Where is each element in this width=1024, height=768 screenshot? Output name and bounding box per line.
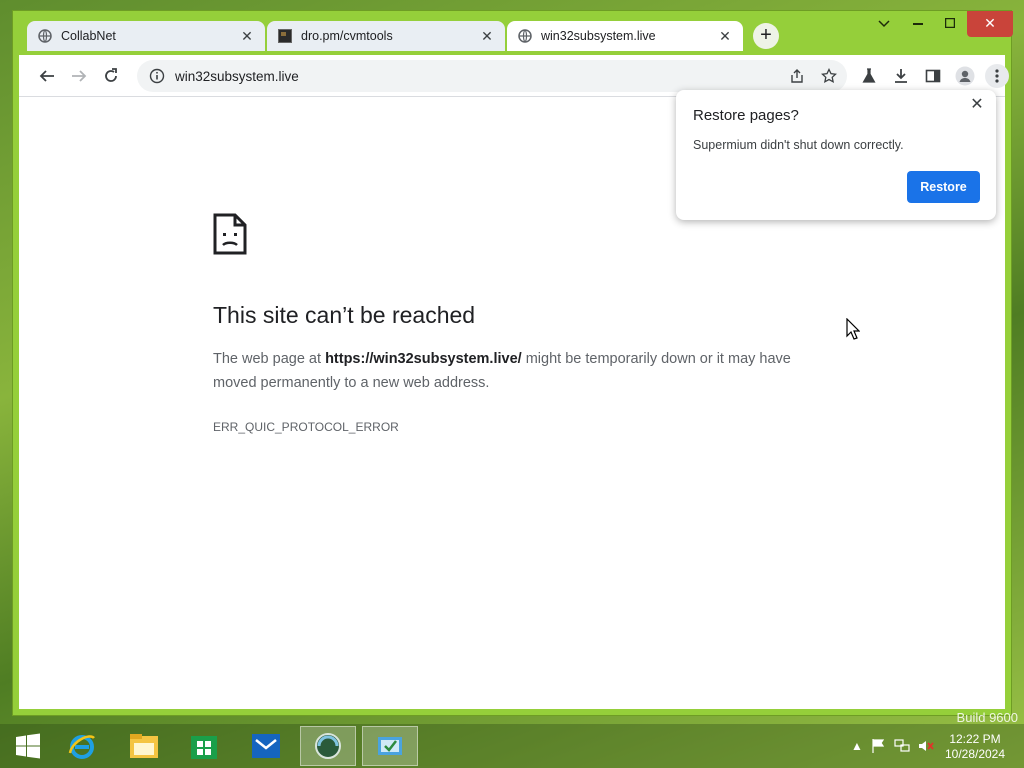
menu-kebab-icon[interactable] (985, 64, 1009, 88)
taskbar: ▲ 12:22 PM 10/28/2024 (0, 724, 1024, 768)
bubble-title: Restore pages? (693, 107, 799, 124)
volume-muted-icon[interactable] (914, 739, 938, 753)
error-url: https://win32subsystem.live/ (325, 351, 522, 367)
side-panel-icon[interactable] (921, 64, 945, 88)
tab-strip: CollabNet ✕ dro.pm/cvmtools ✕ win32subsy… (13, 11, 1013, 55)
mail-icon[interactable] (238, 726, 294, 766)
tab-search-chevron-icon[interactable] (869, 11, 899, 37)
site-thumbnail-icon (277, 28, 293, 44)
address-bar[interactable]: win32subsystem.live (137, 60, 847, 92)
flag-icon[interactable] (866, 739, 890, 753)
profile-avatar-icon[interactable] (953, 64, 977, 88)
clock-date: 10/28/2024 (944, 747, 1006, 761)
tab-close-icon[interactable]: ✕ (479, 28, 495, 44)
tab-close-icon[interactable]: ✕ (717, 28, 733, 44)
error-title: This site can’t be reached (213, 302, 476, 328)
share-icon[interactable] (785, 64, 809, 88)
bubble-message: Supermium didn't shut down correctly. (693, 138, 904, 152)
tray-expand-icon[interactable]: ▲ (848, 739, 866, 753)
labs-flask-icon[interactable] (857, 64, 881, 88)
network-icon[interactable] (890, 739, 914, 753)
start-icon[interactable] (0, 726, 56, 766)
system-tray: ▲ (848, 724, 938, 768)
address-bar-url: win32subsystem.live (175, 68, 299, 84)
globe-icon (37, 28, 53, 44)
browser-globe-icon[interactable] (300, 726, 356, 766)
task-app-icon[interactable] (362, 726, 418, 766)
tab-win32subsystem[interactable]: win32subsystem.live ✕ (507, 21, 743, 51)
broken-page-icon (213, 213, 247, 260)
forward-arrow-icon[interactable] (67, 64, 91, 88)
error-code: ERR_QUIC_PROTOCOL_ERROR (213, 420, 399, 434)
back-arrow-icon[interactable] (35, 64, 59, 88)
build-watermark: Build 9600 (956, 710, 1018, 725)
restore-button[interactable]: Restore (907, 171, 980, 203)
clock-time: 12:22 PM (949, 732, 1001, 746)
tab-collabnet[interactable]: CollabNet ✕ (27, 21, 265, 51)
file-explorer-icon[interactable] (116, 726, 172, 766)
download-icon[interactable] (889, 64, 913, 88)
error-description-prefix: The web page at (213, 351, 326, 367)
close-window-icon[interactable]: ✕ (967, 11, 1013, 37)
reload-icon[interactable] (99, 64, 123, 88)
error-description: The web page at https://win32subsystem.l… (213, 347, 803, 395)
store-icon[interactable] (176, 726, 232, 766)
internet-explorer-icon[interactable] (54, 726, 110, 766)
bubble-close-icon[interactable]: ✕ (968, 96, 986, 114)
restore-pages-bubble: Restore pages? Supermium didn't shut dow… (676, 90, 996, 220)
minimize-icon[interactable] (903, 11, 933, 37)
tab-title: dro.pm/cvmtools (301, 29, 393, 43)
globe-icon (517, 28, 533, 44)
maximize-icon[interactable] (935, 11, 965, 37)
new-tab-button[interactable]: + (753, 23, 779, 49)
taskbar-clock[interactable]: 12:22 PM 10/28/2024 (940, 732, 1010, 762)
tab-title: win32subsystem.live (541, 29, 656, 43)
mouse-cursor-icon (846, 317, 861, 345)
info-icon[interactable] (149, 68, 165, 84)
bookmark-star-icon[interactable] (817, 64, 841, 88)
tab-close-icon[interactable]: ✕ (239, 28, 255, 44)
tab-title: CollabNet (61, 29, 116, 43)
tab-dro-pm[interactable]: dro.pm/cvmtools ✕ (267, 21, 505, 51)
